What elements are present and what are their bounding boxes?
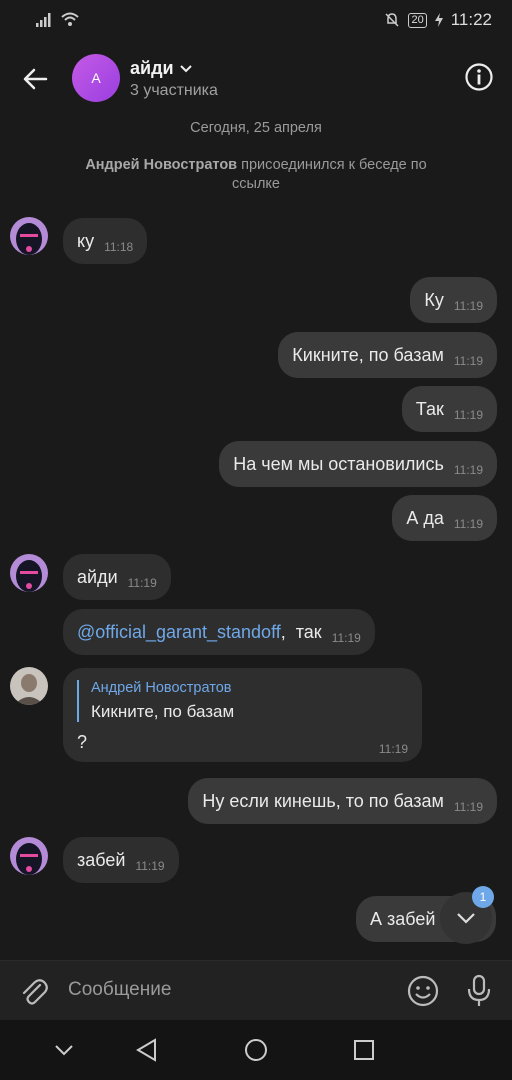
avatar[interactable] xyxy=(10,837,48,875)
microphone-icon xyxy=(467,974,491,1006)
info-button[interactable] xyxy=(464,62,494,92)
message-bubble[interactable]: Кикните, по базам 11:19 xyxy=(278,332,497,378)
clock: 11:22 xyxy=(450,10,492,29)
masked-user-avatar-icon xyxy=(10,837,48,875)
voice-button[interactable] xyxy=(464,974,494,1008)
avatar[interactable] xyxy=(10,554,48,592)
nav-recents-button[interactable] xyxy=(348,1034,380,1066)
chat-title-text: айди xyxy=(130,58,174,78)
charging-icon xyxy=(434,13,443,27)
message-text: Кикните, по базам xyxy=(292,344,444,365)
message-text: Ну если кинешь, то по базам xyxy=(202,790,444,811)
chevron-down-icon xyxy=(55,1045,73,1056)
message-bubble[interactable]: @official_garant_standoff, так 11:19 xyxy=(63,609,375,655)
message-text: ? xyxy=(77,732,88,752)
date-separator: Сегодня, 25 апреля xyxy=(190,120,322,136)
chevron-down-icon xyxy=(179,64,192,72)
message-bubble[interactable]: На чем мы остановились 11:19 xyxy=(219,441,497,487)
arrow-left-icon xyxy=(23,68,48,90)
message-time: 11:19 xyxy=(378,742,408,756)
system-nav-bar xyxy=(0,1020,512,1080)
hide-keyboard-button[interactable] xyxy=(48,1034,80,1066)
square-recents-icon xyxy=(354,1040,374,1060)
unread-badge: 1 xyxy=(472,886,494,908)
paperclip-icon xyxy=(22,979,48,1005)
info-icon xyxy=(465,63,493,91)
message-text: Ку xyxy=(424,289,444,310)
message-text: А забей xyxy=(370,908,436,929)
message-time: 11:19 xyxy=(453,408,483,422)
message-time: 11:19 xyxy=(135,859,165,873)
chat-header: A айди 3 участника xyxy=(0,44,512,114)
signal-icon xyxy=(36,12,51,27)
quote-bar xyxy=(77,680,79,722)
message-text: ку xyxy=(77,230,95,251)
message-bubble[interactable]: Ку 11:19 xyxy=(410,277,497,323)
message-time: 11:18 xyxy=(104,240,134,254)
message-time: 11:19 xyxy=(453,463,483,477)
message-text: , так xyxy=(280,621,322,642)
message-time: 11:19 xyxy=(331,631,361,645)
message-text: забей xyxy=(77,849,126,870)
avatar[interactable] xyxy=(10,667,48,705)
chat-subtitle: 3 участника xyxy=(130,82,218,99)
system-message: Андрей Новостратов присоединился к бесед… xyxy=(60,156,452,194)
back-button[interactable] xyxy=(18,62,52,96)
message-text: На чем мы остановились xyxy=(233,453,444,474)
attach-button[interactable] xyxy=(18,975,50,1007)
message-bubble[interactable]: А да 11:19 xyxy=(392,495,497,541)
message-time: 11:19 xyxy=(453,800,483,814)
chevron-down-icon xyxy=(457,913,475,924)
message-time: 11:19 xyxy=(453,354,483,368)
message-bubble[interactable]: забей 11:19 xyxy=(63,837,179,883)
message-composer: Сообщение xyxy=(0,960,512,1020)
message-text: айди xyxy=(77,566,118,587)
status-right: 20 11:22 xyxy=(384,10,492,30)
triangle-back-icon xyxy=(136,1038,156,1062)
mention-link[interactable]: @official_garant_standoff xyxy=(77,622,281,643)
bell-off-icon xyxy=(385,13,399,27)
message-bubble[interactable]: Так 11:19 xyxy=(401,386,497,432)
reply-message-bubble[interactable]: Андрей Новостратов Кикните, по базам ? 1… xyxy=(63,668,422,762)
system-text: присоединился к беседе по ссылке xyxy=(232,157,427,192)
status-bar: 20 11:22 xyxy=(0,0,512,44)
message-time: 11:19 xyxy=(453,299,483,313)
message-bubble[interactable]: Ну если кинешь, то по базам 11:19 xyxy=(188,778,497,824)
battery-level: 20 xyxy=(408,12,427,28)
circle-home-icon xyxy=(245,1039,267,1061)
message-time: 11:19 xyxy=(453,517,483,531)
reply-author[interactable]: Андрей Новостратов xyxy=(91,680,231,696)
nav-back-button[interactable] xyxy=(130,1034,162,1066)
message-text: Так xyxy=(415,398,444,419)
wifi-icon xyxy=(61,12,79,26)
message-text: А да xyxy=(406,507,444,528)
chat-title[interactable]: айди xyxy=(130,58,192,79)
masked-user-avatar-icon xyxy=(10,554,48,592)
reply-quote-text: Кикните, по базам xyxy=(91,702,235,721)
smile-icon xyxy=(407,975,439,1007)
message-input[interactable]: Сообщение xyxy=(68,979,171,1001)
photo-user-avatar-icon xyxy=(10,667,48,705)
nav-home-button[interactable] xyxy=(240,1034,272,1066)
avatar[interactable] xyxy=(10,217,48,255)
status-left xyxy=(36,12,80,27)
masked-user-avatar-icon xyxy=(10,217,48,255)
system-user-name[interactable]: Андрей Новостратов xyxy=(85,157,237,173)
message-time: 11:19 xyxy=(127,576,157,590)
message-bubble[interactable]: ку 11:18 xyxy=(63,218,148,264)
chat-avatar[interactable]: A xyxy=(72,54,120,102)
emoji-button[interactable] xyxy=(406,974,440,1008)
message-bubble[interactable]: айди 11:19 xyxy=(63,554,171,600)
